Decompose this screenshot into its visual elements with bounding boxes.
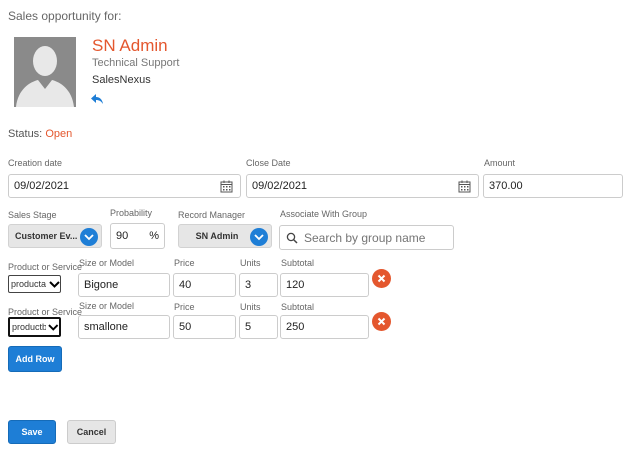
close-date-label: Close Date (246, 158, 291, 168)
amount-value: 370.00 (489, 180, 523, 192)
size-value: smallone (84, 321, 129, 333)
save-button[interactable]: Save (8, 420, 56, 444)
product-value: productb (12, 322, 47, 332)
price-field[interactable]: 50 (173, 315, 236, 339)
price-value: 40 (179, 279, 192, 291)
chevron-down-icon (48, 324, 59, 331)
product-select[interactable]: productb (8, 317, 61, 337)
subtotal-label: Subtotal (281, 302, 315, 312)
sales-stage-value: Customer Ev... (15, 231, 78, 241)
chevron-down-icon (250, 228, 268, 246)
cancel-button[interactable]: Cancel (67, 420, 116, 444)
subtotal-label: Subtotal (281, 258, 315, 268)
subtotal-value: 250 (286, 321, 305, 333)
search-icon (286, 232, 298, 244)
product-label: Product or Service (8, 262, 83, 272)
subtotal-field[interactable]: 120 (280, 273, 369, 297)
record-manager-label: Record Manager (178, 210, 246, 220)
units-value: 5 (245, 321, 252, 333)
remove-row-button[interactable] (372, 269, 391, 288)
subtotal-field[interactable]: 250 (280, 315, 369, 339)
record-manager-value: SN Admin (195, 231, 239, 241)
price-label: Price (174, 302, 195, 312)
status-value: Open (45, 128, 73, 140)
creation-date-value: 09/02/2021 (14, 180, 70, 192)
units-field[interactable]: 5 (239, 315, 278, 339)
reply-arrow-icon[interactable] (90, 93, 104, 105)
product-select[interactable]: producta (8, 275, 61, 293)
probability-field[interactable]: 90 % (110, 223, 165, 249)
close-date-value: 09/02/2021 (252, 180, 308, 192)
size-value: Bigone (84, 279, 119, 291)
close-icon (377, 274, 386, 283)
group-label: Associate With Group (280, 209, 368, 219)
size-field[interactable]: smallone (78, 315, 170, 339)
page-header: Sales opportunity for: (8, 9, 122, 23)
chevron-down-icon (80, 228, 98, 246)
probability-label: Probability (110, 208, 153, 218)
price-label: Price (174, 258, 195, 268)
sales-stage-select[interactable]: Customer Ev... (8, 224, 102, 248)
calendar-icon[interactable] (458, 180, 471, 193)
units-label: Units (240, 258, 261, 268)
sales-stage-label: Sales Stage (8, 210, 57, 220)
size-label: Size or Model (79, 301, 135, 311)
probability-value: 90 (116, 230, 129, 242)
amount-field[interactable]: 370.00 (483, 174, 623, 198)
contact-title: Technical Support (92, 57, 180, 69)
units-value: 3 (245, 279, 252, 291)
price-field[interactable]: 40 (173, 273, 236, 297)
creation-date-field[interactable]: 09/02/2021 (8, 174, 241, 198)
calendar-icon[interactable] (220, 180, 233, 193)
creation-date-label: Creation date (8, 158, 63, 168)
record-manager-select[interactable]: SN Admin (178, 224, 272, 248)
group-search-input[interactable] (304, 230, 444, 245)
contact-company: SalesNexus (92, 74, 151, 86)
status-label: Status: (8, 128, 43, 140)
status-line: Status: Open (8, 128, 72, 140)
close-icon (377, 317, 386, 326)
close-date-field[interactable]: 09/02/2021 (246, 174, 479, 198)
product-value: producta (11, 279, 47, 289)
units-label: Units (240, 302, 261, 312)
product-label: Product or Service (8, 307, 83, 317)
chevron-down-icon (49, 281, 60, 288)
group-search-field[interactable] (279, 225, 454, 250)
add-row-button[interactable]: Add Row (8, 346, 62, 372)
user-avatar-icon (14, 37, 76, 107)
size-label: Size or Model (79, 258, 135, 268)
probability-unit: % (149, 230, 159, 242)
units-field[interactable]: 3 (239, 273, 278, 297)
price-value: 50 (179, 321, 192, 333)
subtotal-value: 120 (286, 279, 305, 291)
amount-label: Amount (484, 158, 516, 168)
remove-row-button[interactable] (372, 312, 391, 331)
size-field[interactable]: Bigone (78, 273, 170, 297)
contact-name[interactable]: SN Admin (92, 36, 168, 56)
